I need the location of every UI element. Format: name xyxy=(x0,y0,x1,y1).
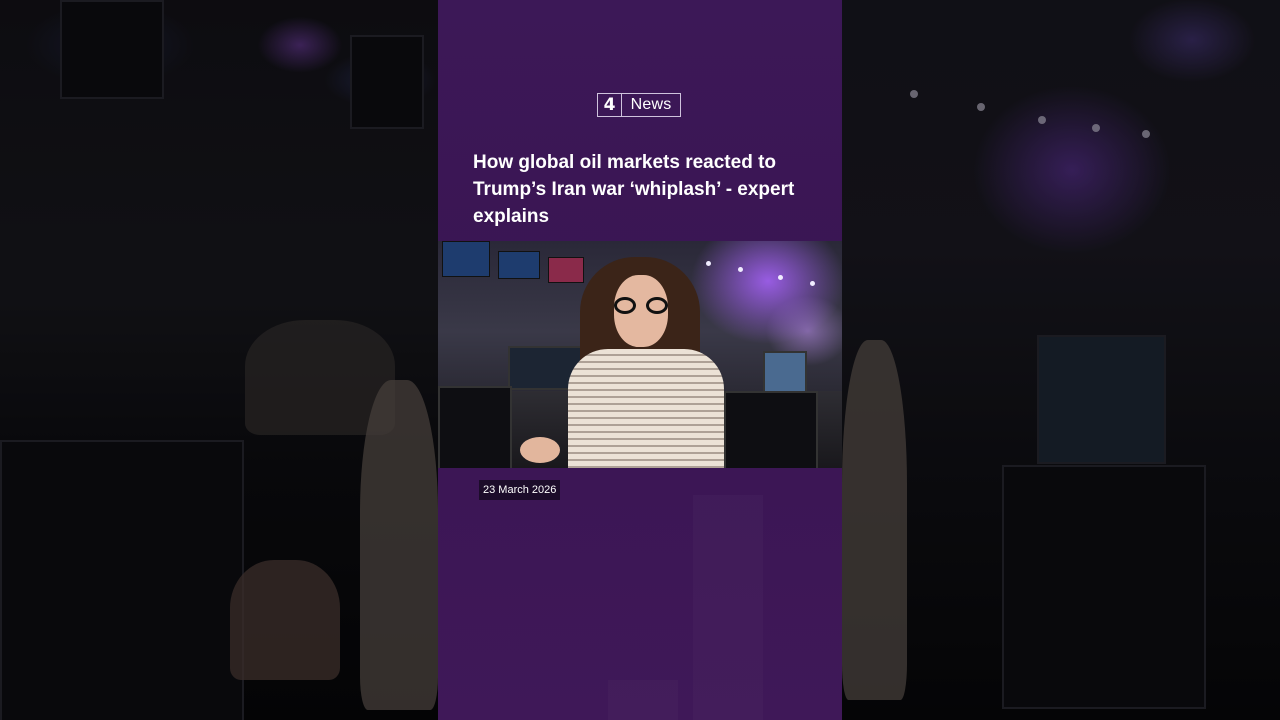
date-badge: 23 March 2026 xyxy=(479,480,561,500)
presenter-hand xyxy=(520,437,560,463)
headline: How global oil markets reacted to Trump’… xyxy=(473,152,795,227)
channel-4-news-logo: 4 News xyxy=(597,93,681,117)
glasses-icon xyxy=(614,297,668,315)
video-frame[interactable] xyxy=(438,241,842,468)
presenter-jacket xyxy=(568,349,724,468)
background-right xyxy=(842,0,1280,720)
background-left xyxy=(0,0,438,720)
channel-4-icon: 4 xyxy=(598,94,622,116)
presenter xyxy=(520,257,730,468)
logo-text: News xyxy=(630,96,672,113)
news-card: 4 News How global oil markets reacted to… xyxy=(438,0,842,720)
